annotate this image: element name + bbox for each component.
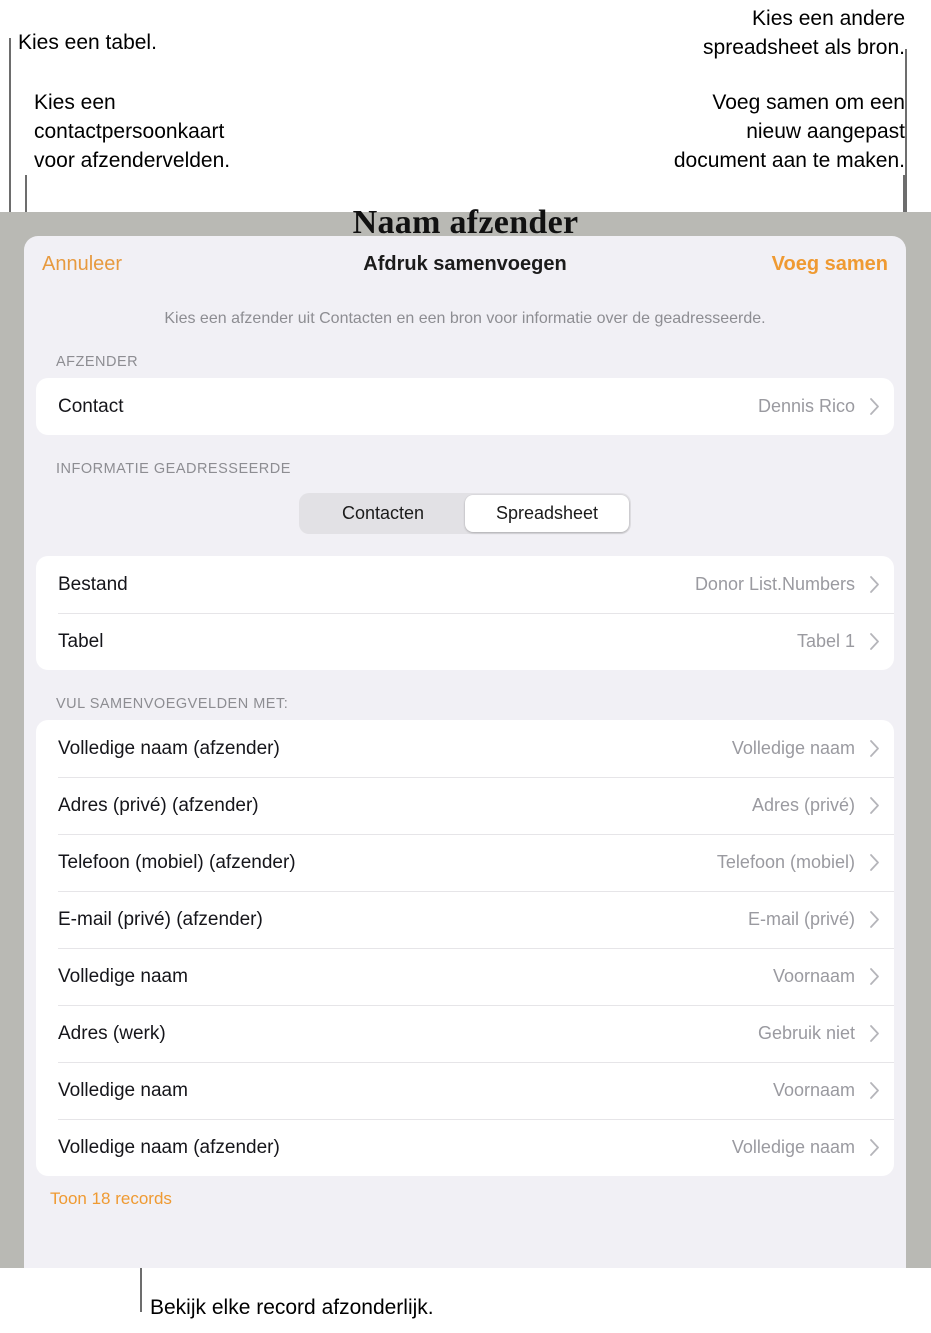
row-label: Tabel (58, 630, 104, 652)
sender-section-label: AFZENDER (56, 354, 139, 370)
row-label: Volledige naam (58, 1079, 188, 1101)
row-tabel[interactable]: Tabel Tabel 1 (36, 613, 894, 670)
leader-line-records-vertical (140, 1262, 142, 1312)
annotation-view-each-record: Bekijk elke record afzonderlijk. (150, 1296, 434, 1319)
row-value: Tabel 1 (796, 631, 855, 651)
sender-card: Contact Dennis Rico (36, 378, 894, 435)
row-value: Gebruik niet (757, 1023, 855, 1043)
row-value: E-mail (privé) (747, 909, 855, 929)
chevron-right-icon (869, 1081, 880, 1100)
annotation-choose-contact-card: Kies een contactpersoonkaart voor afzend… (34, 91, 231, 172)
row-value: Donor List.Numbers (694, 574, 855, 594)
segment-spreadsheet[interactable]: Spreadsheet (465, 495, 629, 532)
row-label: Adres (werk) (58, 1022, 166, 1044)
segment-contacten[interactable]: Contacten (301, 495, 465, 532)
chevron-right-icon (869, 796, 880, 815)
recipient-section-label: INFORMATIE GEADRESSEERDE (56, 461, 291, 477)
row-value: Voornaam (772, 1080, 855, 1100)
screenshot-root: Kies een tabel. Kies een contactpersoonk… (0, 0, 931, 1333)
chevron-right-icon (869, 967, 880, 986)
chevron-right-icon (869, 397, 880, 416)
chevron-right-icon (869, 1024, 880, 1043)
row-label: Adres (privé) (afzender) (58, 794, 259, 816)
segmented-control-wrapper: Contacten Spreadsheet (24, 485, 906, 534)
merge-field-row[interactable]: Volledige naam Voornaam (36, 948, 894, 1005)
row-label: Volledige naam (afzender) (58, 737, 280, 759)
recipient-source-card: Bestand Donor List.Numbers Tabel Tabel 1 (36, 556, 894, 670)
merge-field-row[interactable]: Volledige naam (afzender) Volledige naam (36, 1119, 894, 1176)
row-label: Volledige naam (afzender) (58, 1136, 280, 1158)
dialog-header: Annuleer Afdruk samenvoegen Voeg samen (24, 236, 906, 298)
row-value: Adres (privé) (751, 795, 855, 815)
merge-button[interactable]: Voeg samen (772, 253, 888, 276)
row-bestand[interactable]: Bestand Donor List.Numbers (36, 556, 894, 613)
annotation-choose-other-spreadsheet: Kies een andere spreadsheet als bron. (703, 7, 905, 59)
merge-field-row[interactable]: Volledige naam (afzender) Volledige naam (36, 720, 894, 777)
row-value: Dennis Rico (757, 396, 855, 416)
row-value: Telefoon (mobiel) (716, 852, 855, 872)
row-label: Volledige naam (58, 965, 188, 987)
row-value: Volledige naam (731, 1137, 855, 1157)
chevron-right-icon (869, 910, 880, 929)
chevron-right-icon (869, 632, 880, 651)
row-value: Volledige naam (731, 738, 855, 758)
chevron-right-icon (869, 739, 880, 758)
merge-fields-card: Volledige naam (afzender) Volledige naam A… (36, 720, 894, 1176)
merge-field-row[interactable]: Telefoon (mobiel) (afzender) Telefoon (mo… (36, 834, 894, 891)
show-records-link[interactable]: Toon 18 records (24, 1176, 906, 1209)
merge-fields-section-label: VUL SAMENVOEGVELDEN MET: (56, 696, 289, 712)
chevron-right-icon (869, 575, 880, 594)
row-contact[interactable]: Contact Dennis Rico (36, 378, 894, 435)
row-value: Voornaam (772, 966, 855, 986)
chevron-right-icon (869, 853, 880, 872)
merge-field-row[interactable]: E-mail (privé) (afzender) E-mail (privé) (36, 891, 894, 948)
row-label: Contact (58, 395, 124, 417)
recipient-source-segmented-control[interactable]: Contacten Spreadsheet (299, 493, 631, 534)
chevron-right-icon (869, 1138, 880, 1157)
merge-field-row[interactable]: Volledige naam Voornaam (36, 1062, 894, 1119)
row-label: E-mail (privé) (afzender) (58, 908, 263, 930)
merge-field-row[interactable]: Adres (privé) (afzender) Adres (privé) (36, 777, 894, 834)
dialog-subtitle: Kies een afzender uit Contacten en een b… (164, 310, 766, 327)
annotation-choose-table: Kies een tabel. (18, 31, 157, 54)
mail-merge-dialog: Annuleer Afdruk samenvoegen Voeg samen K… (24, 236, 906, 1268)
annotation-merge-to-create: Voeg samen om een nieuw aangepast docume… (673, 91, 905, 172)
row-label: Bestand (58, 573, 128, 595)
row-label: Telefoon (mobiel) (afzender) (58, 851, 296, 873)
merge-field-row[interactable]: Adres (werk) Gebruik niet (36, 1005, 894, 1062)
